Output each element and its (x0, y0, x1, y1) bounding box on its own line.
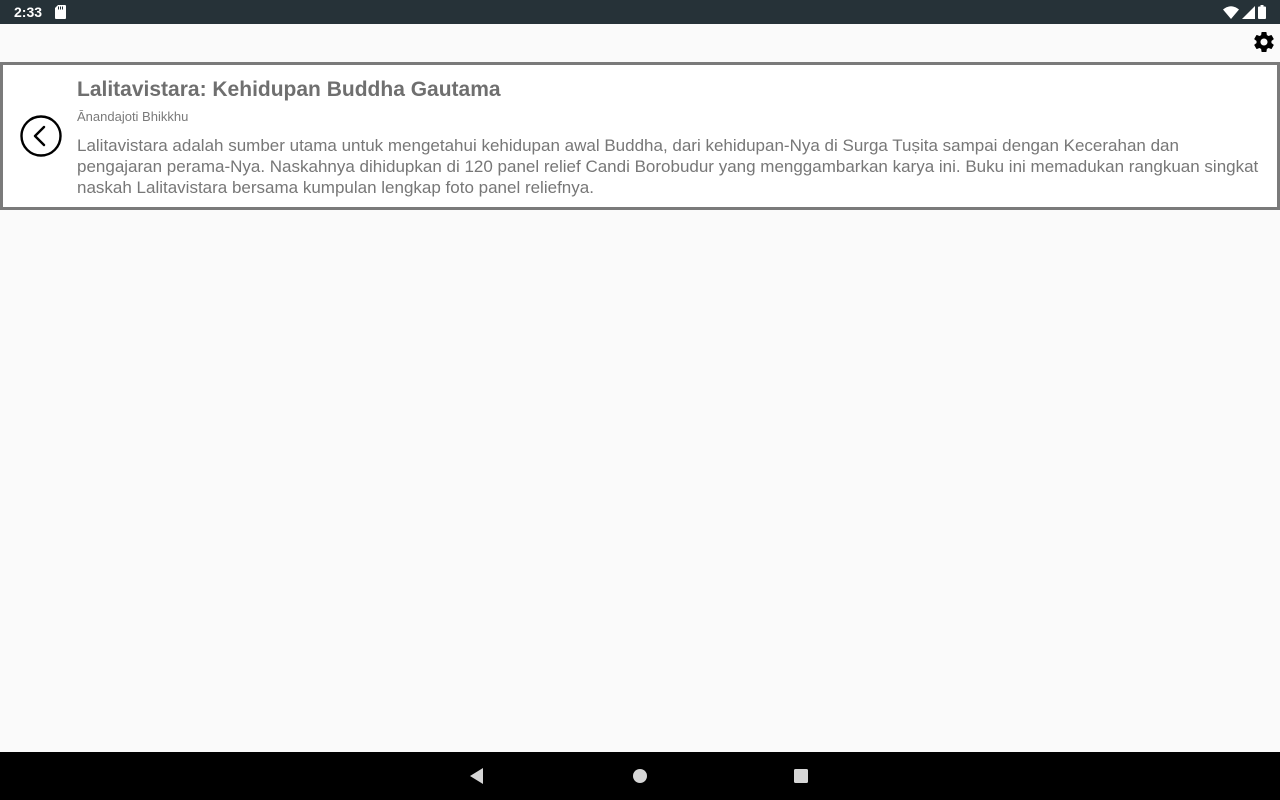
home-circle-icon[interactable] (630, 766, 650, 786)
book-author: Ānandajoti Bhikkhu (77, 109, 189, 124)
app-content: Lalitavistara: Kehidupan Buddha Gautama … (0, 24, 1280, 752)
navigation-bar (0, 752, 1280, 800)
book-card[interactable]: Lalitavistara: Kehidupan Buddha Gautama … (0, 62, 1280, 210)
gear-icon[interactable] (1252, 30, 1276, 54)
book-title: Lalitavistara: Kehidupan Buddha Gautama (77, 78, 501, 101)
battery-icon (1258, 5, 1266, 19)
cellular-signal-icon (1242, 5, 1255, 19)
circle-chevron-left-icon[interactable] (19, 114, 63, 158)
status-time: 2:33 (14, 4, 43, 20)
status-icons (1223, 5, 1266, 19)
back-triangle-icon[interactable] (467, 766, 487, 786)
book-info: Lalitavistara: Kehidupan Buddha Gautama … (77, 77, 1263, 198)
sd-card-icon (55, 5, 66, 19)
recents-square-icon[interactable] (791, 766, 811, 786)
status-bar: 2:33 (0, 0, 1280, 24)
book-description: Lalitavistara adalah sumber utama untuk … (77, 136, 1259, 197)
wifi-icon (1223, 5, 1239, 19)
